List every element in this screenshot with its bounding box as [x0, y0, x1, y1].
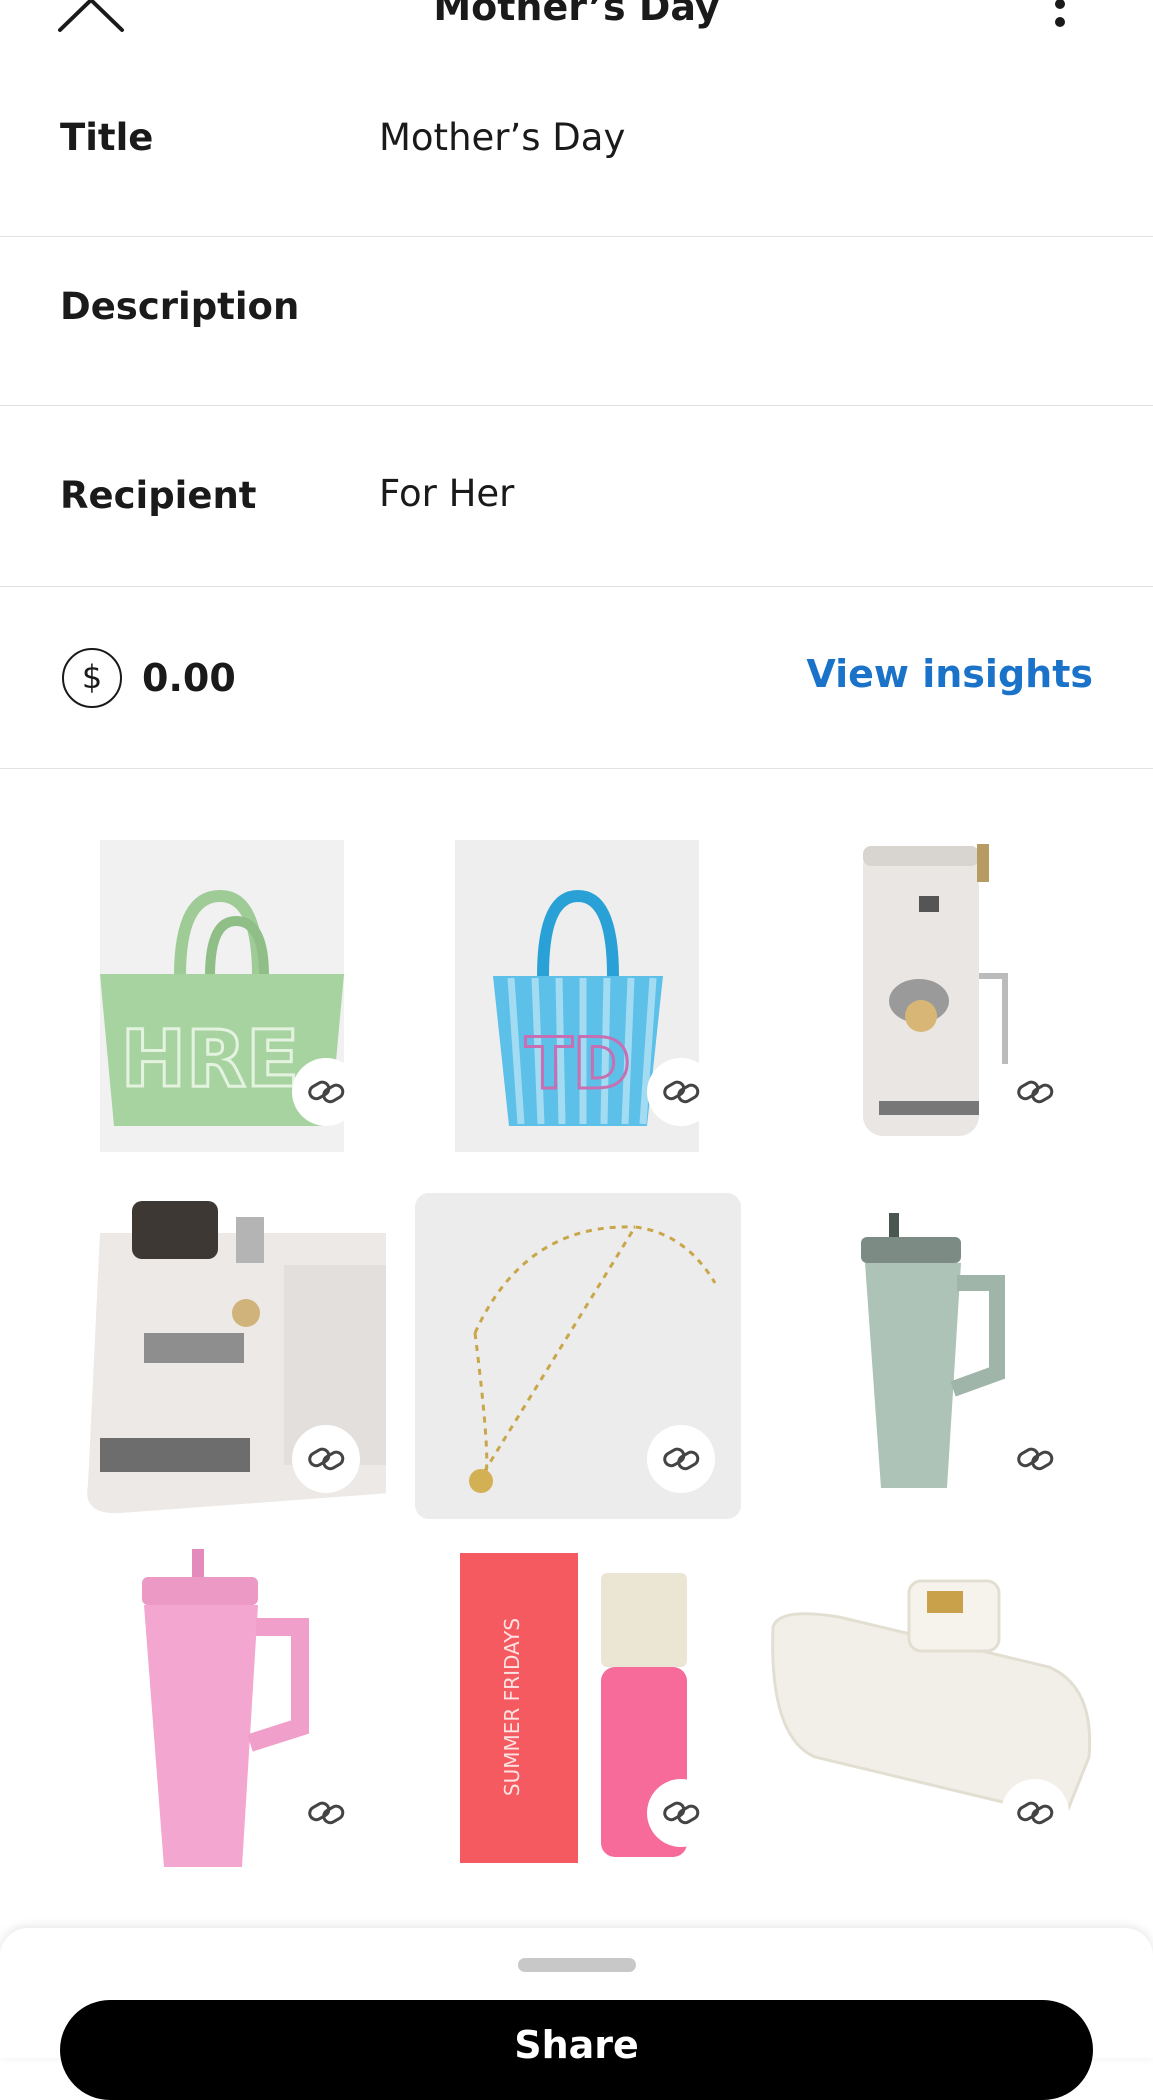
price-value: 0.00: [142, 656, 236, 700]
more-vertical-icon: [1055, 0, 1065, 27]
top-bar: Mother’s Day: [0, 0, 1153, 60]
dollar-icon: $: [62, 648, 122, 708]
svg-text:TD: TD: [525, 1023, 631, 1105]
svg-text:SUMMER FRIDAYS: SUMMER FRIDAYS: [500, 1618, 524, 1796]
link-icon: [308, 1801, 345, 1825]
description-label: Description: [60, 285, 300, 328]
link-badge[interactable]: [1001, 1779, 1069, 1847]
product-tile-necklace[interactable]: [415, 1193, 741, 1519]
link-badge[interactable]: [1001, 1058, 1069, 1126]
svg-text:HRE: HRE: [121, 1015, 300, 1105]
product-tile-claw-clip[interactable]: [769, 1547, 1095, 1873]
view-insights-link[interactable]: View insights: [806, 652, 1093, 696]
product-tile-espresso-grinder[interactable]: [60, 1193, 386, 1519]
link-icon: [1017, 1801, 1054, 1825]
link-icon: [1017, 1447, 1054, 1471]
link-icon: [1017, 1080, 1054, 1104]
link-icon: [663, 1447, 700, 1471]
link-badge[interactable]: [647, 1779, 715, 1847]
recipient-value[interactable]: For Her: [379, 472, 514, 515]
product-tile-pink-tumbler[interactable]: [60, 1547, 386, 1873]
link-badge[interactable]: [1001, 1425, 1069, 1493]
recipient-row[interactable]: Recipient For Her: [0, 406, 1153, 587]
share-button[interactable]: Share: [60, 2000, 1093, 2100]
product-tile-sage-tumbler[interactable]: [769, 1193, 1095, 1519]
link-icon: [663, 1080, 700, 1104]
product-tile-green-tote[interactable]: HRE: [60, 826, 386, 1152]
title-row[interactable]: Title Mother’s Day: [0, 60, 1153, 237]
link-badge[interactable]: [647, 1425, 715, 1493]
product-tile-espresso-machine[interactable]: [769, 826, 1095, 1152]
product-tile-lip-oil[interactable]: SUMMER FRIDAYS: [415, 1547, 741, 1873]
title-label: Title: [60, 116, 154, 159]
more-options-button[interactable]: [1040, 0, 1080, 36]
description-row[interactable]: Description: [0, 237, 1153, 406]
link-icon: [308, 1447, 345, 1471]
page-title: Mother’s Day: [433, 0, 720, 29]
sheet-drag-handle[interactable]: [518, 1958, 636, 1972]
link-badge[interactable]: [292, 1779, 360, 1847]
link-badge[interactable]: [292, 1058, 360, 1126]
link-badge[interactable]: [647, 1058, 715, 1126]
product-tile-blue-tote[interactable]: TD: [415, 826, 741, 1152]
recipient-label: Recipient: [60, 474, 257, 517]
link-icon: [308, 1080, 345, 1104]
link-icon: [663, 1801, 700, 1825]
link-badge[interactable]: [292, 1425, 360, 1493]
title-value[interactable]: Mother’s Day: [379, 116, 625, 159]
